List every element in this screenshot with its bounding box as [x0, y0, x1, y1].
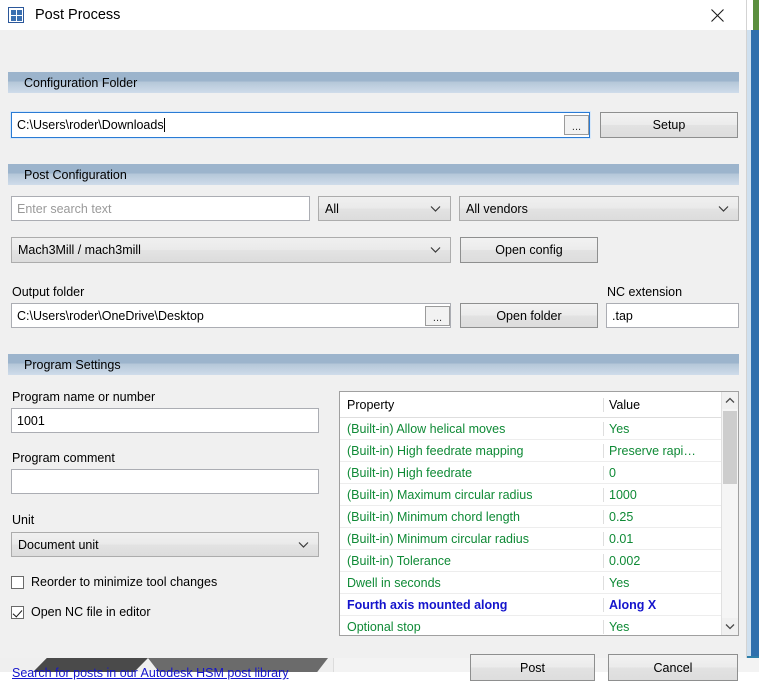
group-header-program-settings: Program Settings: [8, 354, 739, 375]
hsm-post-library-link[interactable]: Search for posts in our Autodesk HSM pos…: [12, 666, 289, 680]
post-configuration-dropdown[interactable]: Mach3Mill / mach3mill: [11, 237, 451, 263]
table-row[interactable]: Dwell in seconds Yes: [340, 572, 738, 594]
post-process-dialog: Post Process Configuration Folder C:\Use…: [0, 0, 747, 681]
column-header-property: Property: [347, 397, 395, 412]
scrollbar-thumb[interactable]: [723, 411, 737, 484]
cell-property: (Built-in) Minimum chord length: [347, 509, 520, 524]
property-grid[interactable]: Property Value (Built-in) Allow helical …: [339, 391, 739, 636]
cancel-button[interactable]: Cancel: [608, 654, 738, 681]
search-input[interactable]: Enter search text: [11, 196, 310, 221]
reorder-tool-changes-checkbox[interactable]: Reorder to minimize tool changes: [11, 575, 217, 589]
title-bar: Post Process: [0, 0, 746, 30]
table-row[interactable]: (Built-in) High feedrate 0: [340, 462, 738, 484]
property-grid-scrollbar[interactable]: [721, 392, 738, 635]
cell-value: 0.002: [603, 553, 714, 568]
table-row[interactable]: (Built-in) High feedrate mapping Preserve…: [340, 440, 738, 462]
cell-property: (Built-in) High feedrate: [347, 465, 473, 480]
cell-value: 1000: [603, 487, 714, 502]
cell-property: Fourth axis mounted along: [347, 597, 508, 612]
open-nc-file-checkbox[interactable]: Open NC file in editor: [11, 605, 151, 619]
close-icon[interactable]: [700, 0, 734, 30]
chevron-down-icon: [429, 244, 441, 256]
output-folder-label: Output folder: [12, 285, 85, 299]
group-header-configuration-folder: Configuration Folder: [8, 72, 739, 93]
nc-extension-input[interactable]: .tap: [606, 303, 739, 328]
program-name-input[interactable]: 1001: [11, 408, 319, 433]
cell-value: Yes: [603, 421, 714, 436]
cell-value: Yes: [603, 619, 714, 634]
chevron-down-icon: [297, 539, 309, 551]
group-header-post-configuration: Post Configuration: [8, 164, 739, 185]
configuration-folder-input[interactable]: C:\Users\roder\Downloads: [10, 111, 591, 139]
table-row[interactable]: (Built-in) Tolerance 0.002: [340, 550, 738, 572]
cell-property: (Built-in) Allow helical moves: [347, 421, 506, 436]
unit-dropdown[interactable]: Document unit: [11, 532, 319, 557]
background-green-strip: [753, 0, 759, 30]
cell-property: Optional stop: [347, 619, 421, 634]
unit-label: Unit: [12, 513, 35, 527]
setup-button[interactable]: Setup: [600, 112, 738, 138]
cell-property: (Built-in) High feedrate mapping: [347, 443, 524, 458]
table-row[interactable]: Fourth axis mounted along Along X: [340, 594, 738, 616]
chevron-up-icon[interactable]: [722, 392, 738, 409]
post-button[interactable]: Post: [470, 654, 595, 681]
filter-type-dropdown[interactable]: All: [318, 196, 451, 221]
table-row[interactable]: Optional stop Yes: [340, 616, 738, 635]
cell-property: (Built-in) Tolerance: [347, 553, 451, 568]
property-grid-rows: (Built-in) Allow helical moves Yes (Built-…: [340, 418, 738, 635]
program-name-label: Program name or number: [12, 390, 156, 404]
property-grid-header: Property Value: [340, 392, 738, 418]
table-row[interactable]: (Built-in) Minimum circular radius 0.01: [340, 528, 738, 550]
chevron-down-icon[interactable]: [722, 618, 738, 635]
cell-value: 0.01: [603, 531, 714, 546]
cell-value: 0: [603, 465, 714, 480]
cell-value: Preserve rapi…: [603, 443, 714, 458]
chevron-down-icon: [717, 203, 729, 215]
program-comment-label: Program comment: [12, 451, 115, 465]
program-comment-input[interactable]: [11, 469, 319, 494]
cell-property: (Built-in) Maximum circular radius: [347, 487, 533, 502]
open-config-button[interactable]: Open config: [460, 237, 598, 263]
nc-extension-label: NC extension: [607, 285, 683, 299]
column-header-value: Value: [603, 397, 714, 412]
cell-value: 0.25: [603, 509, 714, 524]
cell-value: Along X: [603, 597, 714, 612]
filter-vendor-dropdown[interactable]: All vendors: [459, 196, 739, 221]
table-row[interactable]: (Built-in) Allow helical moves Yes: [340, 418, 738, 440]
open-folder-button[interactable]: Open folder: [460, 303, 598, 328]
output-folder-input[interactable]: C:\Users\roder\OneDrive\Desktop: [11, 303, 451, 328]
table-row[interactable]: (Built-in) Maximum circular radius 1000: [340, 484, 738, 506]
dialog-content: Configuration Folder C:\Users\roder\Down…: [0, 30, 746, 681]
cell-property: Dwell in seconds: [347, 575, 441, 590]
configuration-folder-browse-button[interactable]: ...: [564, 115, 589, 135]
table-row[interactable]: (Built-in) Minimum chord length 0.25: [340, 506, 738, 528]
chevron-down-icon: [429, 203, 441, 215]
output-folder-browse-button[interactable]: ...: [425, 306, 450, 326]
cell-value: Yes: [603, 575, 714, 590]
cell-property: (Built-in) Minimum circular radius: [347, 531, 529, 546]
checkbox-box: [11, 575, 24, 589]
window-title: Post Process: [35, 7, 121, 23]
post-process-icon: [8, 7, 24, 23]
background-blue-strip: [751, 30, 759, 658]
checkbox-box: [11, 605, 24, 619]
